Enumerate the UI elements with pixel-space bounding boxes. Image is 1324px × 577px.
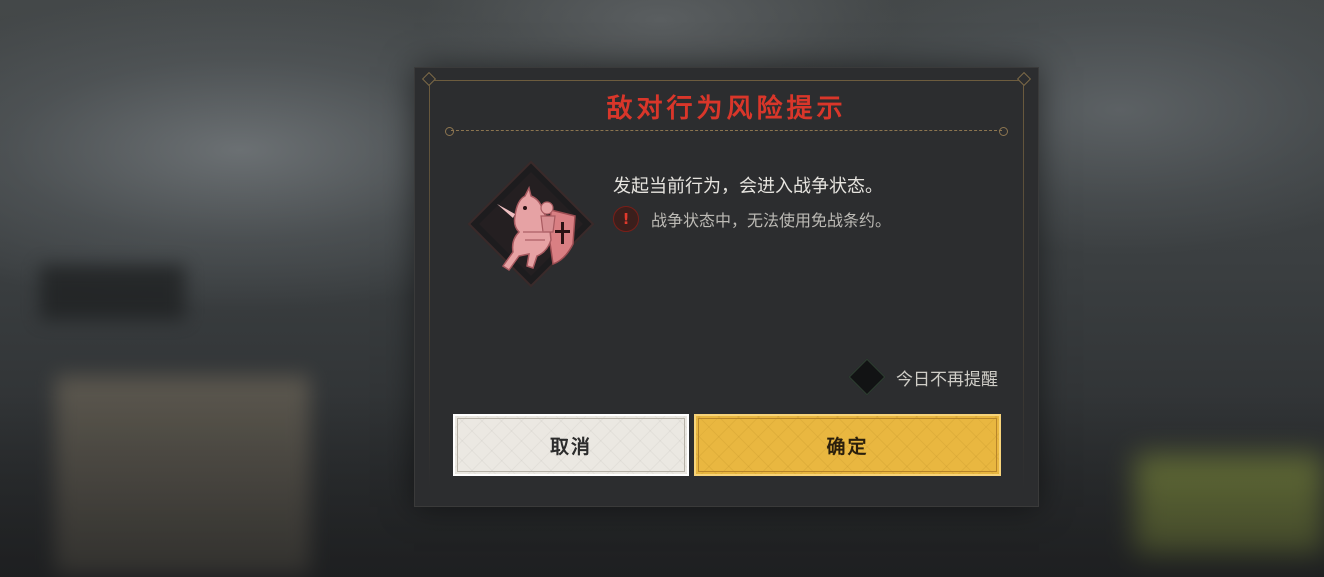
- corner-ornament-left: [421, 71, 437, 87]
- dialog-title: 敌对行为风险提示: [606, 94, 847, 124]
- cancel-button[interactable]: 取消: [453, 414, 689, 476]
- blurred-label: [40, 265, 185, 320]
- frame-left-line: [429, 80, 430, 490]
- confirm-button[interactable]: 确定: [694, 414, 1001, 476]
- dont-remind-label: 今日不再提醒: [896, 369, 998, 390]
- main-message: 发起当前行为，会进入战争状态。: [613, 176, 883, 197]
- frame-right-line: [1023, 80, 1024, 490]
- hostile-action-risk-dialog: 敌对行为风险提示 发起当前行为，会进入战争状态。 ! 战争状态中，无法使用免战条…: [414, 67, 1039, 507]
- dont-remind-today-toggle[interactable]: 今日不再提醒: [848, 358, 998, 396]
- corner-ornament-right: [1016, 71, 1032, 87]
- frame-top-line: [429, 80, 1024, 81]
- warning-row: ! 战争状态中，无法使用免战条约。: [613, 206, 891, 232]
- dont-remind-checkbox[interactable]: [848, 358, 886, 396]
- knight-emblem-icon: [467, 160, 595, 288]
- warning-text: 战争状态中，无法使用免战条约。: [651, 211, 892, 230]
- exclamation-icon: !: [613, 206, 639, 232]
- title-divider: [445, 127, 1008, 136]
